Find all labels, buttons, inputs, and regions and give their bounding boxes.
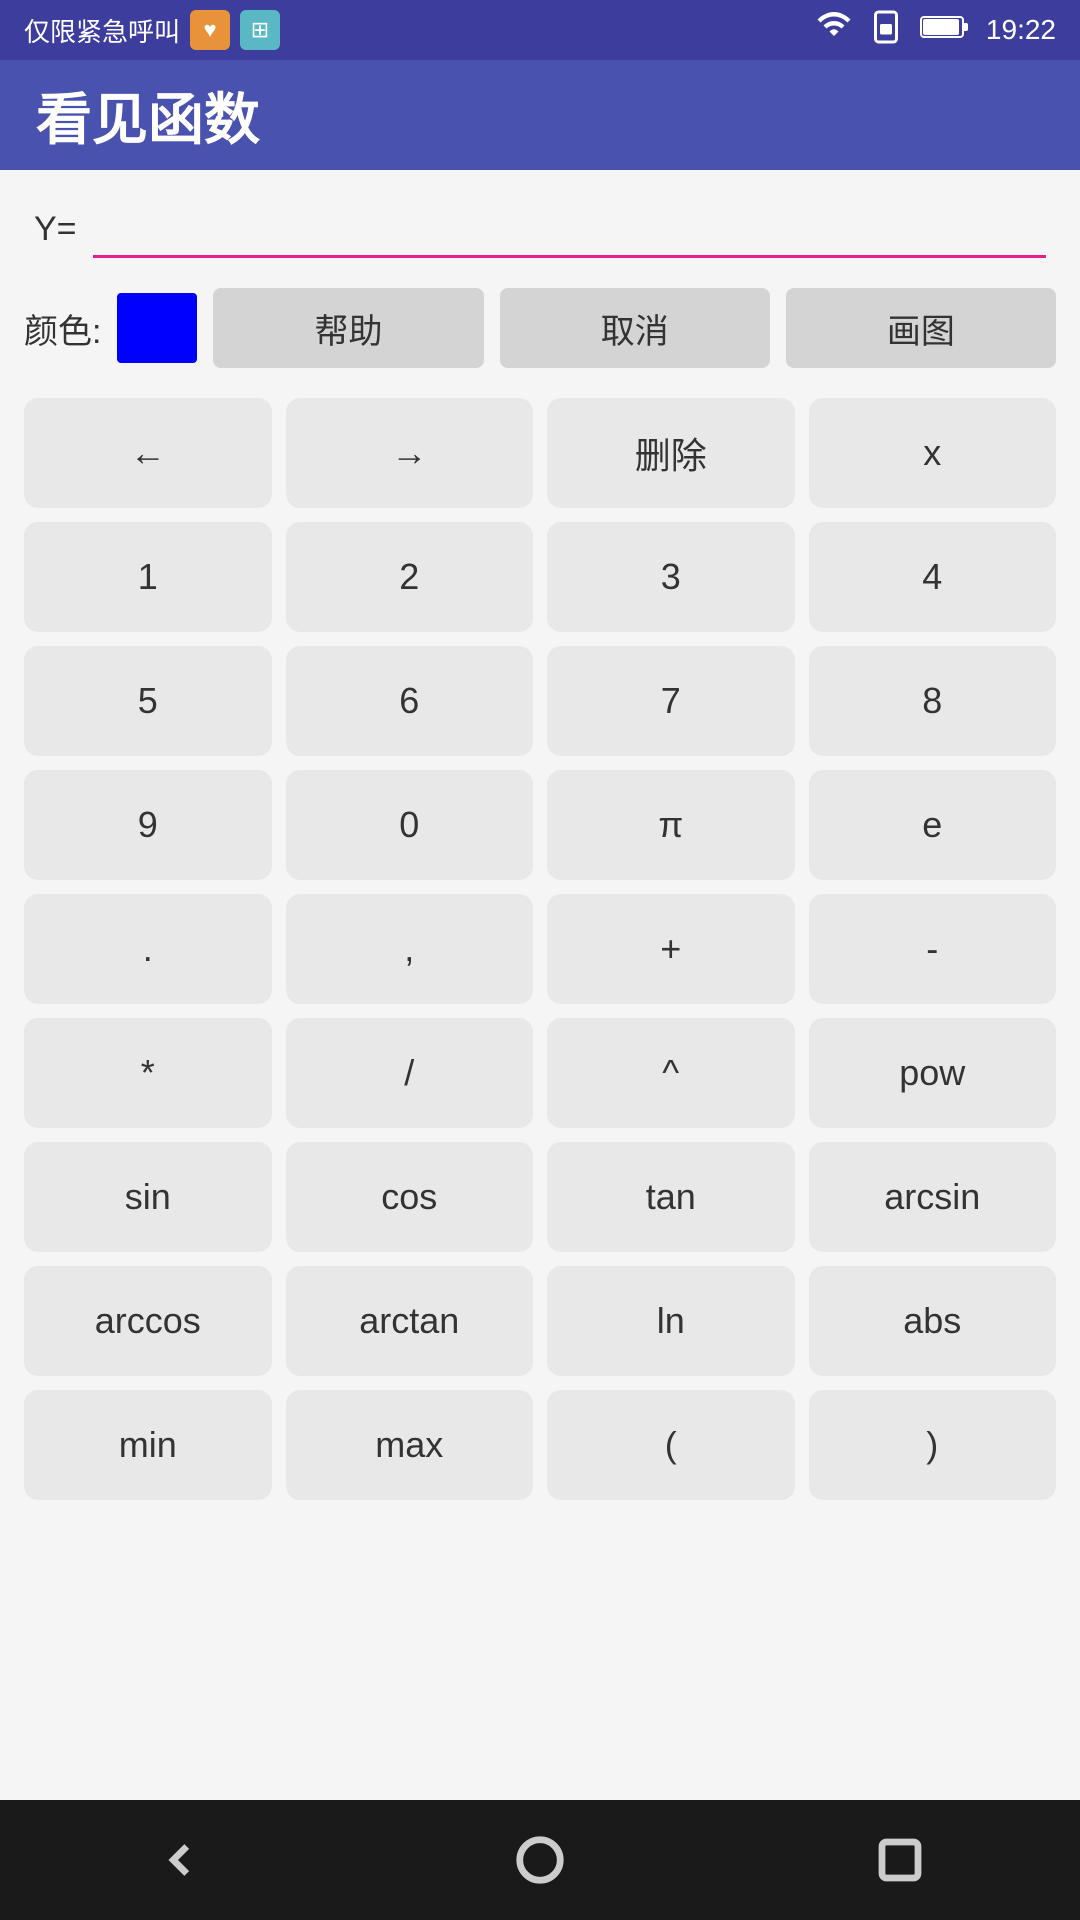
controls-row: 颜色: 帮助 取消 画图 [24,288,1056,368]
input-label: Y= [34,210,77,249]
key-min[interactable]: min [24,1390,272,1500]
key-lparen[interactable]: ( [547,1390,795,1500]
key-2[interactable]: 2 [286,522,534,632]
key-4[interactable]: 4 [809,522,1057,632]
key-max[interactable]: max [286,1390,534,1500]
color-label: 颜色: [24,304,101,353]
key-9[interactable]: 9 [24,770,272,880]
sim-icon [868,9,904,52]
key-6[interactable]: 6 [286,646,534,756]
key-power[interactable]: ^ [547,1018,795,1128]
key-8[interactable]: 8 [809,646,1057,756]
back-nav-button[interactable] [145,1825,215,1895]
key-arctan[interactable]: arctan [286,1266,534,1376]
status-right: 19:22 [816,9,1056,52]
main-content: Y= 颜色: 帮助 取消 画图 ←→删除x 1234 5678 90πe.,+- */^… [0,170,1080,1800]
key-plus[interactable]: + [547,894,795,1004]
key-minus[interactable]: - [809,894,1057,1004]
key-left[interactable]: ← [24,398,272,508]
status-bar: 仅限紧急呼叫 ♥ ⊞ 19:22 [0,0,1080,60]
key-pow[interactable]: pow [809,1018,1057,1128]
key-pi[interactable]: π [547,770,795,880]
key-comma[interactable]: , [286,894,534,1004]
key-0[interactable]: 0 [286,770,534,880]
grid-icon: ⊞ [240,10,280,50]
nav-bar [0,1800,1080,1920]
key-delete[interactable]: 删除 [547,398,795,508]
key-sin[interactable]: sin [24,1142,272,1252]
key-cos[interactable]: cos [286,1142,534,1252]
help-button[interactable]: 帮助 [213,288,483,368]
recents-nav-button[interactable] [865,1825,935,1895]
key-arccos[interactable]: arccos [24,1266,272,1376]
key-5[interactable]: 5 [24,646,272,756]
heart-icon: ♥ [190,10,230,50]
input-row: Y= [24,200,1056,258]
status-left: 仅限紧急呼叫 ♥ ⊞ [24,10,280,50]
key-divide[interactable]: / [286,1018,534,1128]
home-nav-button[interactable] [505,1825,575,1895]
battery-icon [920,12,970,49]
emergency-text: 仅限紧急呼叫 [24,12,180,49]
key-ln[interactable]: ln [547,1266,795,1376]
key-abs[interactable]: abs [809,1266,1057,1376]
key-3[interactable]: 3 [547,522,795,632]
key-7[interactable]: 7 [547,646,795,756]
key-right[interactable]: → [286,398,534,508]
key-multiply[interactable]: * [24,1018,272,1128]
wifi-icon [816,9,852,52]
formula-input[interactable] [93,200,1046,258]
app-header: 看见函数 [0,60,1080,170]
key-x[interactable]: x [809,398,1057,508]
cancel-button[interactable]: 取消 [500,288,770,368]
key-e[interactable]: e [809,770,1057,880]
key-1[interactable]: 1 [24,522,272,632]
key-rparen[interactable]: ) [809,1390,1057,1500]
key-arcsin[interactable]: arcsin [809,1142,1057,1252]
time-display: 19:22 [986,14,1056,46]
key-tan[interactable]: tan [547,1142,795,1252]
key-dot[interactable]: . [24,894,272,1004]
color-swatch[interactable] [117,293,197,363]
keyboard: ←→删除x 1234 5678 90πe.,+- */^pow sincostanarcs… [24,398,1056,1520]
draw-button[interactable]: 画图 [786,288,1056,368]
app-title: 看见函数 [36,75,260,156]
